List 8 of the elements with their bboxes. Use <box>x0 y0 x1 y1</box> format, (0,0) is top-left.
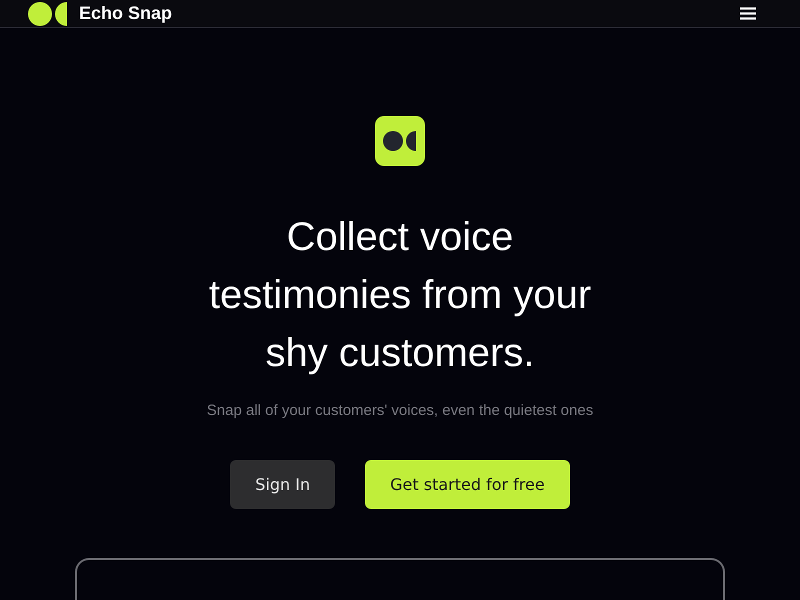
sign-in-button[interactable]: Sign In <box>230 460 336 509</box>
get-started-button[interactable]: Get started for free <box>365 460 570 509</box>
menu-icon <box>740 7 756 20</box>
app-logo-icon <box>375 116 425 166</box>
hero-headline: Collect voice testimonies from your shy customers. <box>208 214 592 377</box>
logo-icon <box>28 2 67 26</box>
brand-name: Echo Snap <box>79 3 172 24</box>
hero-subtitle: Snap all of your customers' voices, even the quietest ones <box>206 402 594 419</box>
